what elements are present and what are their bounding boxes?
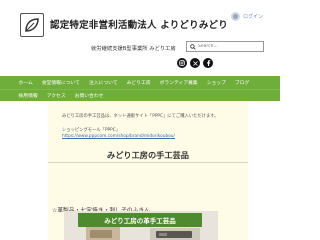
nav-item-shop[interactable]: ショップ bbox=[202, 79, 230, 86]
site-header: 認定特定非営利活動法人 よりどりみどり ログイン 就労継続支援B型事業所 みどり… bbox=[0, 0, 280, 76]
page-subtitle: 就労継続支援B型事業所 みどり工房 bbox=[91, 46, 176, 52]
nav-item-blog[interactable]: ブログ bbox=[230, 79, 253, 86]
nav-item-home[interactable]: ホーム bbox=[14, 79, 37, 86]
leather-wallet-photo bbox=[150, 228, 200, 240]
leaf-logo-icon[interactable] bbox=[20, 13, 44, 37]
product-image: みどり工房の革手工芸品 bbox=[64, 211, 218, 240]
search-icon bbox=[190, 43, 196, 50]
shop-label: ショッピングモール「PPPC」 bbox=[62, 128, 121, 133]
nav-item-volunteer[interactable]: ボランティア募集 bbox=[155, 79, 202, 86]
facebook-icon[interactable] bbox=[203, 58, 213, 68]
nav-item-recruit[interactable]: 採用情報 bbox=[14, 92, 42, 99]
nav-item-access[interactable]: アクセス bbox=[42, 92, 70, 99]
x-icon[interactable] bbox=[190, 58, 200, 68]
shop-link[interactable]: https://www.pppcom.com/shop/brand/midori… bbox=[62, 134, 175, 139]
intro-text: みどり工房の手工芸品は、ネット通販サイト「PPPC」にてご購入いただけます。 bbox=[62, 114, 219, 119]
image-banner: みどり工房の革手工芸品 bbox=[78, 213, 202, 227]
nav-item-cafeteria[interactable]: 食堂情報について bbox=[37, 79, 84, 86]
section-heading: みどり工房の手工芸品 bbox=[107, 150, 189, 160]
leather-goods-photo bbox=[86, 227, 120, 240]
instagram-icon[interactable] bbox=[177, 58, 187, 68]
nav-item-injection[interactable]: 注入について bbox=[84, 79, 122, 86]
divider bbox=[48, 162, 248, 163]
search-input[interactable] bbox=[198, 44, 262, 49]
main-nav-row-2: 採用情報 アクセス お問い合わせ bbox=[0, 89, 280, 101]
login-button[interactable]: ログイン bbox=[231, 12, 263, 21]
main-nav-row-1: ホーム 食堂情報について 注入について みどり工房 ボランティア募集 ショップ … bbox=[0, 76, 280, 89]
nav-item-contact[interactable]: お問い合わせ bbox=[70, 92, 108, 99]
user-avatar-icon bbox=[231, 12, 240, 21]
search-box[interactable] bbox=[186, 41, 264, 52]
org-title: 認定特定非営利活動法人 よりどりみどり bbox=[50, 20, 228, 31]
social-links bbox=[177, 58, 213, 68]
login-label: ログイン bbox=[243, 14, 264, 20]
nav-item-midori-koubou[interactable]: みどり工房 bbox=[122, 79, 155, 86]
